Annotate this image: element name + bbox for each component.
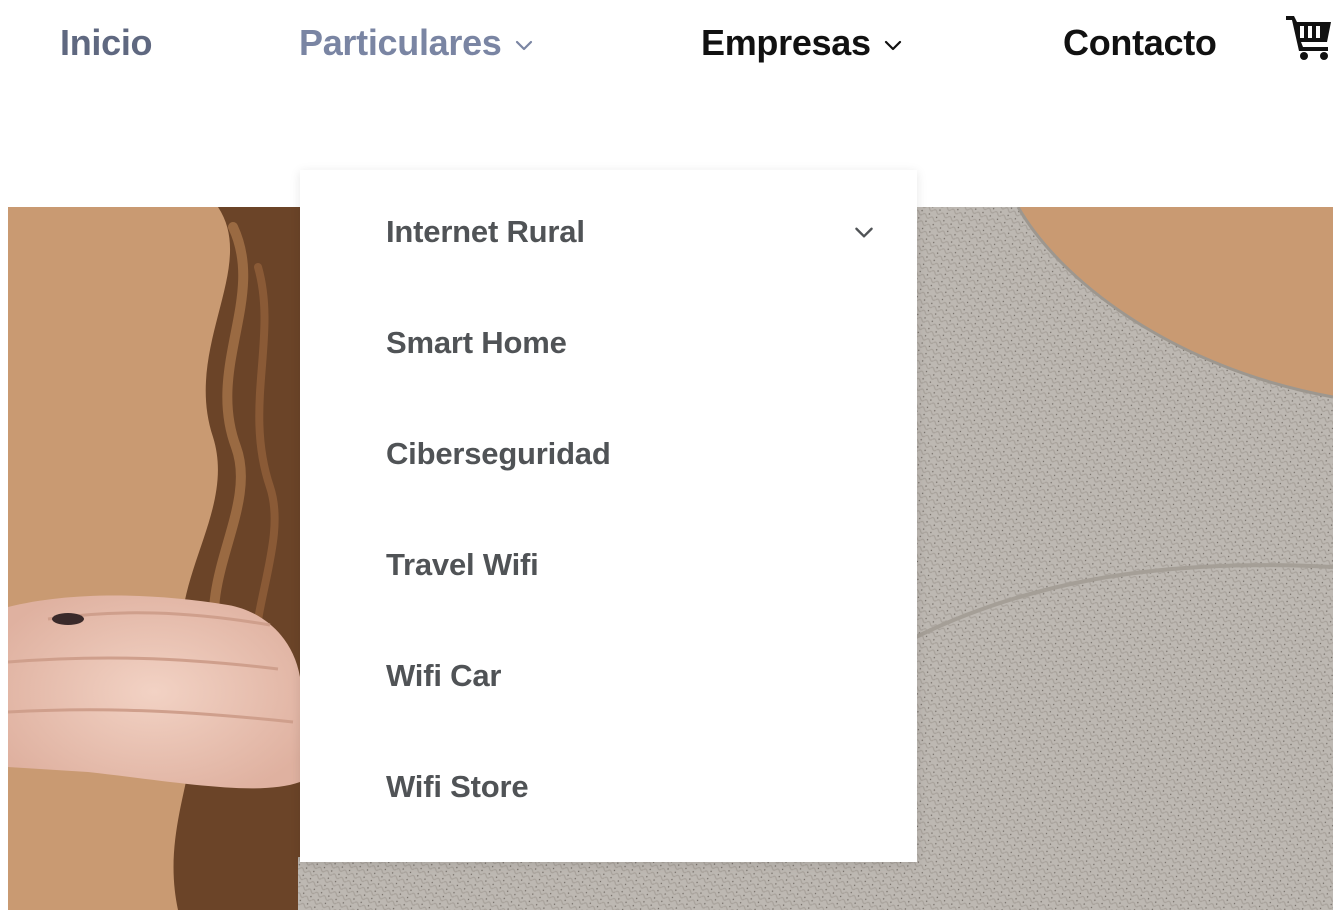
chevron-down-icon xyxy=(884,40,901,51)
dropdown-item-ciberseguridad[interactable]: Ciberseguridad xyxy=(386,424,877,484)
dropdown-item-wifi-car[interactable]: Wifi Car xyxy=(386,646,877,706)
cart-icon[interactable] xyxy=(1284,10,1333,60)
dropdown-item-smart-home[interactable]: Smart Home xyxy=(386,313,877,373)
dropdown-item-travel-wifi[interactable]: Travel Wifi xyxy=(386,535,877,595)
dropdown-item-label: Smart Home xyxy=(386,325,567,360)
particulares-dropdown-menu: Internet Rural Smart Home Ciberseguridad… xyxy=(300,170,917,862)
nav-item-label: Empresas xyxy=(701,22,871,63)
dropdown-item-label: Internet Rural xyxy=(386,214,585,249)
chevron-down-icon xyxy=(515,40,532,51)
dropdown-item-label: Travel Wifi xyxy=(386,547,539,582)
page: Inicio Particulares Empresas Contacto In… xyxy=(0,0,1333,910)
nav-item-particulares[interactable]: Particulares xyxy=(299,18,536,68)
dropdown-item-wifi-store[interactable]: Wifi Store xyxy=(386,757,877,817)
dropdown-item-internet-rural[interactable]: Internet Rural xyxy=(386,202,877,262)
dropdown-item-label: Wifi Car xyxy=(386,658,502,693)
nav-item-label: Inicio xyxy=(60,22,153,63)
nav-item-inicio[interactable]: Inicio xyxy=(60,18,153,68)
nav-item-label: Particulares xyxy=(299,22,502,63)
nav-item-contacto[interactable]: Contacto xyxy=(1063,18,1217,68)
main-navigation: Inicio Particulares Empresas Contacto xyxy=(0,0,1333,90)
nav-item-label: Contacto xyxy=(1063,22,1217,63)
chevron-down-icon[interactable] xyxy=(851,219,877,245)
dropdown-item-label: Wifi Store xyxy=(386,769,529,804)
nav-item-empresas[interactable]: Empresas xyxy=(701,18,905,68)
dropdown-item-label: Ciberseguridad xyxy=(386,436,611,471)
